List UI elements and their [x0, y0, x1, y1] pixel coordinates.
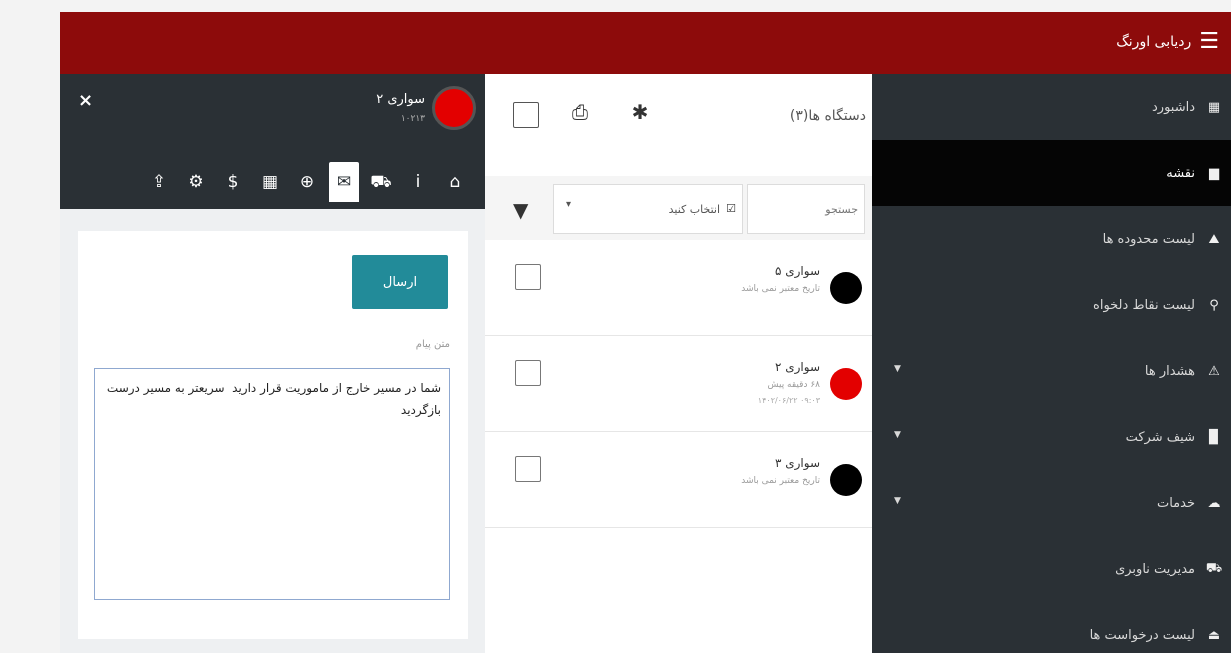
- device-status-text: تاریخ معتبر نمی باشد: [741, 284, 820, 294]
- warning-icon: ⚠: [1208, 363, 1220, 379]
- search-input[interactable]: [747, 184, 865, 234]
- car-icon: ⛟: [370, 172, 392, 192]
- print-icon[interactable]: ⎙: [565, 100, 595, 130]
- tab-home[interactable]: ⌂: [440, 162, 470, 202]
- app-window: ☰ ردیابی اورنگ ▦ داشبورد ▆ نقشه ⛰ لیست م…: [60, 12, 1231, 653]
- vehicle-detail-header: × سواری ۲ ۱۰۲۱۳ ⌂ i ⛟ ✉ ⊕ ▦ $ ⚙ ⇪: [60, 74, 485, 209]
- envelope-icon: ✉: [336, 172, 352, 192]
- home-icon: ⌂: [449, 172, 461, 192]
- sidebar: ▦ داشبورد ▆ نقشه ⛰ لیست محدوده ها ⚲ لیست…: [872, 74, 1231, 653]
- dollar-icon: $: [227, 172, 239, 192]
- app-title: ردیابی اورنگ: [1116, 34, 1192, 50]
- sidebar-item-dashboard[interactable]: ▦ داشبورد: [872, 74, 1231, 140]
- message-label: متن پیام: [415, 339, 450, 350]
- sidebar-item-areas[interactable]: ⛰ لیست محدوده ها: [872, 206, 1231, 272]
- sidebar-item-alerts[interactable]: ⚠ هشدار ها ▼: [872, 338, 1231, 404]
- vehicle-code: ۱۰۲۱۳: [400, 114, 425, 124]
- filter-bar: ☑ انتخاب کنید ▾ ▼: [485, 176, 872, 240]
- caret-down-icon: ▾: [566, 199, 572, 210]
- message-card: ارسال متن پیام شما در مسیر خارج از مامور…: [78, 231, 468, 639]
- sidebar-item-services[interactable]: ☁ خدمات ▼: [872, 470, 1231, 536]
- sidebar-item-requests[interactable]: ⏏ لیست درخواست ها: [872, 602, 1231, 653]
- device-checkbox[interactable]: [515, 360, 541, 386]
- bug-icon[interactable]: ✱: [625, 100, 655, 130]
- top-bar: ☰ ردیابی اورنگ: [60, 12, 1231, 74]
- tab-message[interactable]: ✉: [329, 162, 359, 202]
- chevron-down-icon[interactable]: ▼: [894, 430, 901, 440]
- globe-icon: ⊕: [299, 172, 315, 192]
- group-select[interactable]: ☑ انتخاب کنید ▾: [553, 184, 743, 234]
- device-name: سواری ۳: [774, 456, 820, 470]
- checklist-icon: ☑: [726, 202, 736, 215]
- status-dot: [830, 272, 862, 304]
- cloud-icon: ☁: [1207, 495, 1221, 511]
- vehicle-status-avatar: [432, 86, 476, 130]
- devices-panel: دستگاه ها(۳) ✱ ⎙ ☑ انتخاب کنید ▾ ▼ سواری…: [485, 74, 872, 653]
- sidebar-item-label: مدیریت ناوبری: [1115, 561, 1195, 577]
- brand: ☰ ردیابی اورنگ: [1116, 31, 1219, 53]
- device-status-text: ۶۸ دقیقه پیش: [767, 380, 821, 390]
- filter-icon[interactable]: ▼: [513, 198, 528, 222]
- upload-icon: ⇪: [151, 172, 167, 192]
- map-marker-icon: ⚲: [1209, 297, 1219, 313]
- device-status-text: تاریخ معتبر نمی باشد: [741, 476, 820, 486]
- sidebar-item-label: لیست نقاط دلخواه: [1093, 297, 1195, 313]
- tab-upload[interactable]: ⇪: [144, 162, 174, 202]
- device-row[interactable]: سواری ۳ تاریخ معتبر نمی باشد: [485, 434, 872, 528]
- gear-icon: ⚙: [188, 172, 204, 192]
- map-icon: ▆: [1209, 165, 1219, 181]
- sidebar-item-map[interactable]: ▆ نقشه: [872, 140, 1231, 206]
- sidebar-item-points[interactable]: ⚲ لیست نقاط دلخواه: [872, 272, 1231, 338]
- tab-settings[interactable]: ⚙: [181, 162, 211, 202]
- sidebar-item-label: داشبورد: [1152, 99, 1195, 115]
- sidebar-item-label: لیست محدوده ها: [1102, 231, 1195, 247]
- status-dot: [830, 464, 862, 496]
- tab-vehicle[interactable]: ⛟: [366, 162, 396, 202]
- device-timestamp: ۱۴۰۲/۰۶/۲۲ ۰۹:۰۳: [757, 396, 820, 405]
- device-row[interactable]: سواری ۵ تاریخ معتبر نمی باشد: [485, 242, 872, 336]
- car-icon: ⛟: [1205, 560, 1223, 576]
- vehicle-name: سواری ۲: [376, 92, 425, 107]
- send-button[interactable]: ارسال: [352, 255, 448, 309]
- tab-calendar[interactable]: ▦: [255, 162, 285, 202]
- devices-header: دستگاه ها(۳) ✱ ⎙: [485, 74, 872, 174]
- group-select-label: انتخاب کنید: [668, 203, 720, 216]
- sidebar-item-company[interactable]: ▉ شیف شرکت ▼: [872, 404, 1231, 470]
- device-name: سواری ۲: [774, 360, 820, 374]
- tab-billing[interactable]: $: [218, 162, 248, 202]
- chevron-down-icon[interactable]: ▼: [894, 364, 901, 374]
- sidebar-item-label: خدمات: [1156, 495, 1195, 511]
- devices-title: دستگاه ها(۳): [789, 108, 866, 124]
- sidebar-item-label: شیف شرکت: [1125, 429, 1195, 445]
- select-all-checkbox[interactable]: [513, 102, 539, 128]
- building-icon: ▉: [1209, 429, 1219, 445]
- vehicle-detail-panel: × سواری ۲ ۱۰۲۱۳ ⌂ i ⛟ ✉ ⊕ ▦ $ ⚙ ⇪ ارسال …: [60, 74, 485, 653]
- detail-tabs: ⌂ i ⛟ ✉ ⊕ ▦ $ ⚙ ⇪: [104, 162, 479, 202]
- tab-info[interactable]: i: [403, 162, 433, 202]
- tab-web[interactable]: ⊕: [292, 162, 322, 202]
- sidebar-item-fleet[interactable]: ⛟ مدیریت ناوبری: [872, 536, 1231, 602]
- dashboard-icon: ▦: [1207, 99, 1221, 115]
- calendar-icon: ▦: [261, 172, 279, 192]
- chevron-down-icon[interactable]: ▼: [894, 496, 901, 506]
- device-row[interactable]: سواری ۲ ۶۸ دقیقه پیش ۱۴۰۲/۰۶/۲۲ ۰۹:۰۳: [485, 338, 872, 432]
- device-checkbox[interactable]: [515, 456, 541, 482]
- sidebar-item-label: هشدار ها: [1144, 363, 1195, 379]
- device-name: سواری ۵: [774, 264, 820, 278]
- message-textarea[interactable]: شما در مسیر خارج از ماموریت قرار دارید س…: [94, 368, 450, 600]
- area-icon: ⛰: [1208, 231, 1220, 247]
- hamburger-icon[interactable]: ☰: [1199, 31, 1219, 53]
- sidebar-item-label: نقشه: [1166, 165, 1195, 181]
- status-dot: [830, 368, 862, 400]
- device-checkbox[interactable]: [515, 264, 541, 290]
- close-button[interactable]: ×: [78, 90, 93, 111]
- info-icon: i: [415, 172, 421, 192]
- sidebar-item-label: لیست درخواست ها: [1089, 627, 1195, 643]
- ticket-icon: ⏏: [1207, 627, 1221, 643]
